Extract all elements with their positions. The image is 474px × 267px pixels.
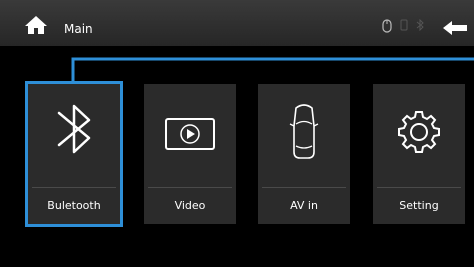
phone-icon [400,19,408,31]
tile-separator [262,187,346,188]
play-icon [165,118,215,150]
back-arrow-icon[interactable] [442,20,468,36]
top-bar: Main [0,0,474,46]
page-title: Main [64,22,93,36]
home-icon[interactable] [24,15,48,35]
tile-bluetooth[interactable]: Buletooth [28,84,120,224]
tile-separator [148,187,232,188]
tile-separator [32,187,116,188]
tile-label: Buletooth [47,199,101,212]
tile-label: AV in [290,199,318,212]
mouse-icon [382,19,392,33]
tile-av-in[interactable]: AV in [258,84,350,224]
car-icon [289,104,319,159]
bluetooth-status-icon [416,19,424,31]
tile-label: Video [174,199,206,212]
tile-separator [377,187,461,188]
gear-icon [398,111,440,153]
tile-label: Setting [399,199,439,212]
tile-setting[interactable]: Setting [373,84,465,224]
tile-video[interactable]: Video [144,84,236,224]
bluetooth-icon [57,104,91,154]
